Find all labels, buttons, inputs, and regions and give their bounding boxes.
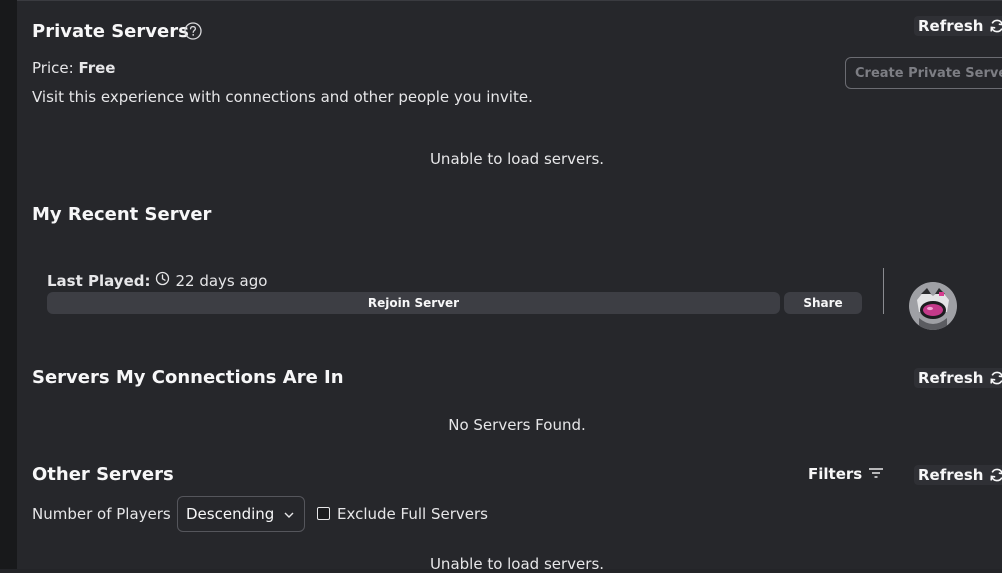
refresh-icon [989, 467, 1002, 483]
last-played-label: Last Played: [47, 271, 151, 290]
private-servers-description: Visit this experience with connections a… [32, 88, 533, 106]
filter-icon [868, 465, 884, 483]
connections-servers-status: No Servers Found. [448, 416, 586, 434]
rejoin-server-button[interactable]: Rejoin Server [47, 292, 780, 314]
other-servers-title: Other Servers [32, 464, 174, 485]
refresh-label: Refresh [918, 466, 984, 484]
private-servers-title: Private Servers [32, 21, 189, 42]
last-played-row: Last Played: 22 days ago [47, 271, 267, 290]
refresh-icon [989, 370, 1002, 386]
sort-label: Number of Players [32, 505, 171, 523]
left-gutter [0, 0, 17, 569]
servers-panel: Private Servers Refresh Price: Free Crea… [17, 0, 1002, 573]
exclude-full-label[interactable]: Exclude Full Servers [337, 505, 488, 523]
refresh-label: Refresh [918, 17, 984, 35]
chevron-down-icon [284, 505, 294, 523]
other-servers-refresh-button[interactable]: Refresh [914, 465, 1002, 485]
avatar[interactable] [909, 282, 957, 330]
last-played-value: 22 days ago [175, 271, 268, 290]
other-servers-status: Unable to load servers. [429, 555, 605, 573]
refresh-icon [989, 18, 1002, 34]
recent-server-divider [883, 268, 884, 314]
filters-button[interactable]: Filters [808, 465, 884, 483]
checkbox-box[interactable] [317, 507, 330, 520]
share-button[interactable]: Share [784, 292, 862, 314]
connections-servers-refresh-button[interactable]: Refresh [914, 368, 1002, 388]
create-private-server-button[interactable]: Create Private Server [845, 57, 1002, 89]
price-value: Free [78, 59, 116, 77]
sort-order-select[interactable]: Descending [177, 496, 305, 532]
question-circle-icon[interactable] [183, 21, 203, 45]
private-servers-header: Private Servers [32, 21, 189, 42]
refresh-label: Refresh [918, 369, 984, 387]
clock-icon [155, 271, 170, 290]
private-servers-status: Unable to load servers. [429, 150, 605, 168]
price-label: Price: [32, 59, 74, 77]
filters-label: Filters [808, 465, 863, 483]
exclude-full-checkbox[interactable] [317, 507, 330, 520]
private-servers-refresh-button[interactable]: Refresh [914, 16, 1002, 36]
sort-order-value: Descending [186, 505, 275, 523]
recent-server-title: My Recent Server [32, 204, 212, 225]
connections-servers-title: Servers My Connections Are In [32, 367, 344, 388]
price-row: Price: Free [32, 59, 115, 77]
